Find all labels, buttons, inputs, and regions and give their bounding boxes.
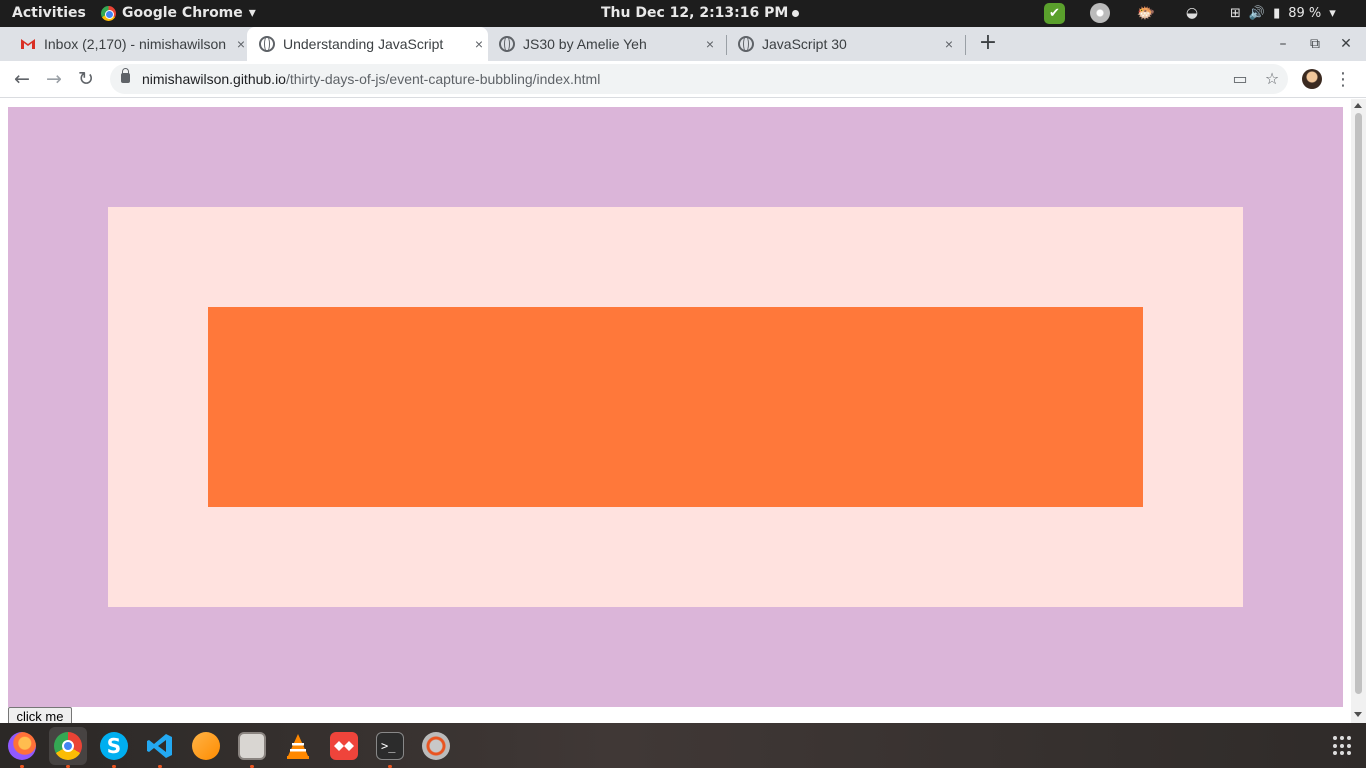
volume-icon: 🔊 — [1248, 5, 1266, 21]
dock-firefox[interactable] — [3, 727, 41, 768]
url-host: nimishawilson.github.io — [142, 71, 286, 87]
close-icon[interactable]: × — [701, 36, 719, 52]
battery-percent: 89 % — [1288, 5, 1322, 21]
show-applications-grid-icon[interactable] — [1333, 736, 1353, 756]
chevron-down-icon: ▾ — [248, 5, 256, 21]
profile-avatar[interactable] — [1302, 69, 1322, 89]
tab-separator — [726, 35, 727, 55]
firefox-icon — [8, 732, 36, 760]
cast-icon[interactable]: ▭ — [1228, 67, 1252, 91]
app-menu[interactable]: Google Chrome ▾ — [101, 5, 256, 21]
dock-software-updater[interactable] — [417, 727, 455, 765]
minimize-button[interactable]: – — [1273, 34, 1293, 54]
tab-understanding-javascript[interactable]: Understanding JavaScript × — [247, 27, 488, 61]
system-top-bar: Activities Google Chrome ▾ Thu Dec 12, 2… — [0, 0, 1366, 27]
chrome-icon — [54, 732, 82, 760]
sublime-icon — [192, 732, 220, 760]
tab-title: Understanding JavaScript — [283, 36, 444, 52]
sync-tray-icon[interactable]: ◒ — [1182, 3, 1202, 23]
clock[interactable]: Thu Dec 12, 2:13:16 PM — [601, 5, 800, 21]
globe-icon — [259, 36, 275, 52]
tab-inbox[interactable]: Inbox (2,170) - nimishawilson × — [20, 27, 250, 61]
dock-files[interactable] — [233, 727, 271, 768]
scrollbar-thumb[interactable] — [1355, 113, 1362, 694]
tab-strip: Inbox (2,170) - nimishawilson × Understa… — [0, 27, 1366, 61]
close-icon[interactable]: × — [470, 36, 488, 52]
close-window-button[interactable]: ✕ — [1336, 34, 1356, 54]
chrome-menu-button[interactable]: ⋮ — [1333, 67, 1353, 93]
clock-text: Thu Dec 12, 2:13:16 PM — [601, 5, 789, 21]
globe-icon — [499, 36, 515, 52]
software-updater-icon — [422, 732, 450, 760]
globe-icon — [738, 36, 754, 52]
outer-box[interactable] — [8, 107, 1343, 707]
notification-dot-icon — [792, 9, 800, 17]
scroll-down-arrow-icon[interactable] — [1354, 712, 1362, 717]
check-icon[interactable]: ✔ — [1044, 3, 1065, 24]
chrome-icon — [101, 5, 116, 21]
new-tab-button[interactable]: + — [977, 31, 999, 55]
address-bar[interactable]: nimishawilson.github.io/thirty-days-of-j… — [110, 64, 1288, 94]
files-icon — [238, 732, 266, 760]
dock-anydesk[interactable] — [325, 727, 363, 765]
inner-box[interactable] — [208, 307, 1143, 507]
tab-js30-amelie[interactable]: JS30 by Amelie Yeh × — [499, 27, 719, 61]
dock-sublime[interactable] — [187, 727, 225, 765]
bookmark-star-icon[interactable]: ☆ — [1260, 67, 1284, 91]
tab-title: Inbox (2,170) - nimishawilson — [44, 36, 227, 52]
dock-skype[interactable]: S — [95, 727, 133, 768]
disc-icon[interactable] — [1090, 3, 1110, 23]
terminal-icon: >_ — [376, 732, 404, 760]
system-menu[interactable]: ⊞ 🔊 ▮ 89 % ▾ — [1230, 3, 1336, 23]
reload-button[interactable]: ↻ — [73, 66, 99, 92]
back-button[interactable]: ← — [9, 66, 35, 92]
app-menu-label: Google Chrome — [122, 5, 243, 21]
tab-title: JavaScript 30 — [762, 36, 847, 52]
activities-button[interactable]: Activities — [12, 5, 86, 21]
dock-vscode[interactable] — [141, 727, 179, 768]
dock-terminal[interactable]: >_ — [371, 727, 409, 768]
click-me-button[interactable]: click me — [8, 707, 72, 723]
url-path: /thirty-days-of-js/event-capture-bubblin… — [285, 71, 601, 87]
fish-tray-icon[interactable]: 🐡 — [1135, 3, 1157, 23]
vscode-icon — [146, 732, 174, 760]
close-icon[interactable]: × — [940, 36, 958, 52]
anydesk-icon — [330, 732, 358, 760]
dock-vlc[interactable] — [279, 727, 317, 765]
middle-box[interactable] — [108, 207, 1243, 607]
dock-chrome[interactable] — [49, 727, 87, 768]
scroll-up-arrow-icon[interactable] — [1354, 103, 1362, 108]
chevron-down-icon: ▾ — [1329, 5, 1336, 21]
url-text[interactable]: nimishawilson.github.io/thirty-days-of-j… — [142, 71, 600, 87]
gmail-icon — [20, 36, 36, 52]
battery-icon: ▮ — [1273, 5, 1281, 21]
vertical-scrollbar[interactable] — [1351, 99, 1366, 723]
network-icon: ⊞ — [1230, 5, 1241, 21]
forward-button[interactable]: → — [41, 66, 67, 92]
dock: S >_ — [0, 723, 1366, 768]
vlc-icon — [284, 732, 312, 760]
restore-button[interactable]: ⧉ — [1305, 34, 1325, 54]
browser-toolbar: ← → ↻ nimishawilson.github.io/thirty-day… — [0, 61, 1366, 98]
lock-icon[interactable] — [121, 68, 130, 83]
skype-icon: S — [100, 732, 128, 760]
page-viewport: click me — [0, 99, 1366, 723]
tab-javascript-30[interactable]: JavaScript 30 × — [738, 27, 958, 61]
tab-title: JS30 by Amelie Yeh — [523, 36, 647, 52]
tab-separator — [965, 35, 966, 55]
